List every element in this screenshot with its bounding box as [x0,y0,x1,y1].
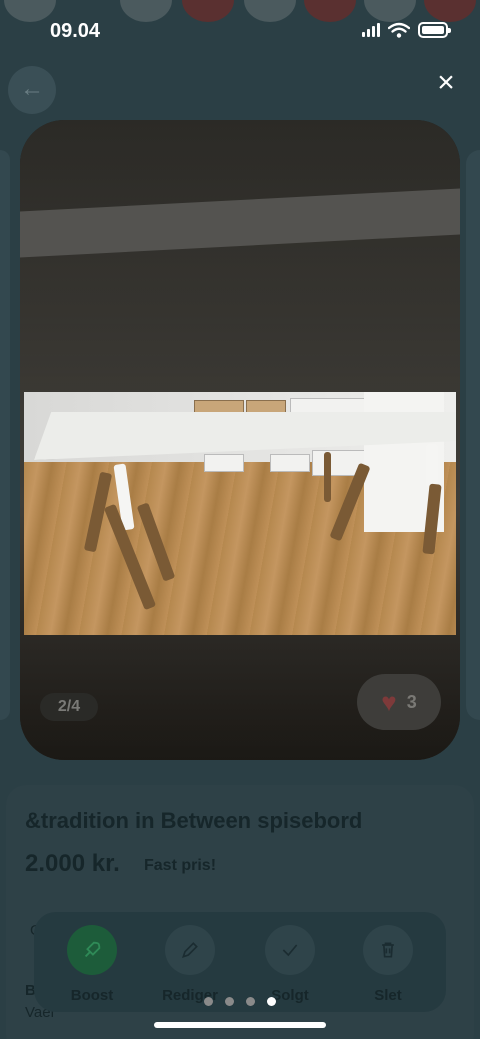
heart-icon: ♥ [381,686,397,717]
top-thumbnails [0,0,480,22]
delete-label: Slet [374,987,402,1004]
pencil-icon [165,925,215,975]
boost-button[interactable]: Boost [52,925,132,1004]
pager-dot[interactable] [225,997,234,1006]
wifi-icon [388,22,410,38]
pager-dot-active[interactable] [267,997,276,1006]
pager-dot[interactable] [246,997,255,1006]
photo-counter-badge: 2/4 [40,693,98,721]
like-button[interactable]: ♥ 3 [357,674,441,730]
arrow-left-icon: ← [20,75,44,102]
edit-button[interactable]: Rediger [150,925,230,1004]
price-note: Fast pris! [144,857,217,874]
close-button[interactable]: × [430,68,462,100]
boost-label: Boost [70,987,114,1004]
previous-card-edge [0,150,10,720]
listing-photo-fullscreen[interactable] [24,392,456,635]
close-icon: × [437,66,455,99]
delete-button[interactable]: Slet [348,925,428,1004]
check-icon [265,925,315,975]
next-card-edge [466,150,480,720]
like-count: 3 [406,691,417,712]
listing-title: &tradition in Between spisebord [25,808,363,833]
rocket-icon [67,925,117,975]
home-indicator[interactable] [154,1022,326,1028]
battery-icon [418,22,451,38]
pager-dot[interactable] [204,997,213,1006]
status-time: 09.04 [50,20,101,42]
trash-icon [363,925,413,975]
status-icons [362,22,451,38]
listing-price: 2.000 kr. [25,850,120,877]
photo-pager-dots [204,997,276,1006]
back-button[interactable]: ← [8,66,56,114]
sold-button[interactable]: Solgt [250,925,330,1004]
signal-icon [362,23,380,37]
